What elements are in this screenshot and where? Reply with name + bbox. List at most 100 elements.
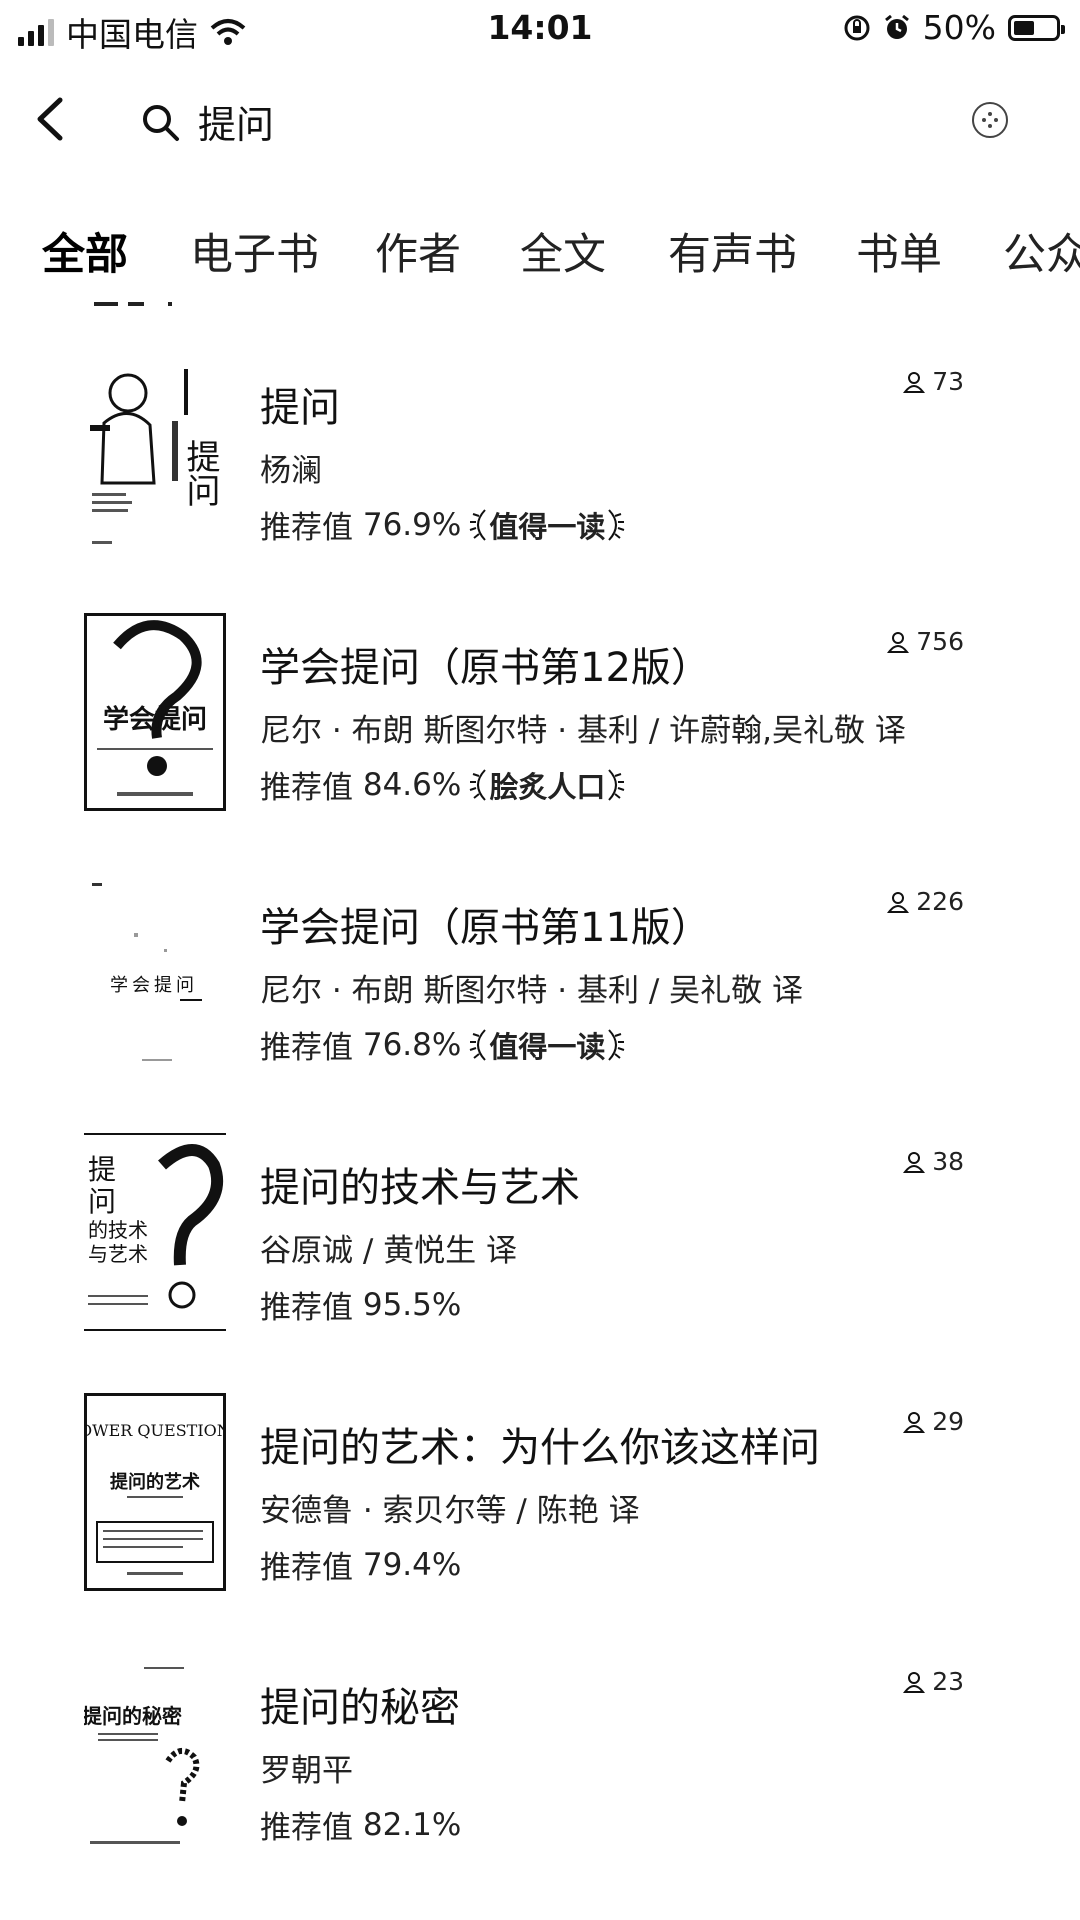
rating-value: 82.1% (362, 1806, 462, 1843)
book-author[interactable]: 杨澜 (260, 445, 322, 490)
person-icon (887, 891, 910, 913)
reader-count: 38 (902, 1147, 964, 1176)
book-title[interactable]: 提问的秘密 (260, 1675, 460, 1733)
book-author[interactable]: 谷原诚 / 黄悦生 译 (260, 1225, 517, 1270)
reader-count-value: 23 (932, 1667, 964, 1696)
badge-label: 值得一读 (489, 1029, 606, 1064)
book-cover[interactable]: 提问 (84, 353, 226, 551)
cover-title-line3: 的技术 (88, 1218, 148, 1242)
book-cover[interactable]: 提问的秘密 (84, 1653, 226, 1851)
book-cover[interactable]: POWER QUESTIONS 提问的艺术 (84, 1393, 226, 1591)
category-tabs: 全部 电子书 作者 全文 有声书 书单 公众 (0, 220, 1080, 290)
rating-label: 推荐值 (260, 1030, 353, 1066)
rating-value: 79.4% (362, 1546, 462, 1583)
search-input[interactable]: 提问 (198, 94, 274, 149)
laurel-left-icon (470, 768, 487, 801)
tab-ebook[interactable]: 电子书 (190, 220, 319, 282)
laurel-right-icon (608, 1028, 625, 1061)
tab-fulltext[interactable]: 全文 (520, 220, 606, 282)
cover-title-line4: 与艺术 (88, 1242, 148, 1266)
book-rating: 推荐值 82.1% (260, 1802, 461, 1847)
tab-audiobook[interactable]: 有声书 (668, 220, 797, 282)
book-result[interactable]: 提问 提问 杨澜 推荐值 76.9% 值得一读 73 (0, 345, 1080, 605)
battery-icon (1008, 14, 1065, 41)
reader-count: 226 (886, 887, 964, 916)
reader-count-value: 226 (916, 887, 964, 916)
rating-value: 84.6% (362, 766, 462, 803)
rating-label: 推荐值 (260, 1810, 353, 1846)
book-title[interactable]: 提问的技术与艺术 (260, 1155, 580, 1213)
laurel-left-icon (470, 508, 487, 541)
laurel-right-icon (608, 768, 625, 801)
person-icon (903, 371, 926, 393)
book-result[interactable]: POWER QUESTIONS 提问的艺术 提问的艺术：为什么你该这样问 安德鲁… (0, 1385, 1080, 1645)
reader-count: 756 (886, 627, 964, 656)
tab-author[interactable]: 作者 (375, 220, 461, 282)
back-button[interactable] (26, 94, 76, 144)
book-rating: 推荐值 76.8% 值得一读 (260, 1022, 625, 1067)
clear-icon[interactable] (970, 100, 1010, 140)
book-result[interactable]: 学会提问 学会提问（原书第11版） 尼尔 · 布朗 斯图尔特 · 基利 / 吴礼… (0, 865, 1080, 1125)
book-rating: 推荐值 79.4% (260, 1542, 461, 1587)
search-icon (143, 105, 179, 141)
alarm-icon (884, 14, 909, 39)
rating-label: 推荐值 (260, 510, 353, 546)
book-result[interactable]: 学会提问 学会提问（原书第12版） 尼尔 · 布朗 斯图尔特 · 基利 / 许蔚… (0, 605, 1080, 865)
badge-label: 脍炙人口 (489, 769, 606, 804)
book-author[interactable]: 安德鲁 · 索贝尔等 / 陈艳 译 (260, 1485, 640, 1530)
book-badge: 值得一读 (469, 1024, 625, 1066)
rating-value: 76.9% (362, 506, 462, 543)
book-cover[interactable]: 学会提问 (84, 613, 226, 811)
book-author[interactable]: 尼尔 · 布朗 斯图尔特 · 基利 / 吴礼敬 译 (260, 965, 803, 1010)
book-title[interactable]: 提问的艺术：为什么你该这样问 (260, 1415, 820, 1473)
book-rating: 推荐值 84.6% 脍炙人口 (260, 762, 625, 807)
person-icon (887, 631, 910, 653)
book-cover[interactable]: 提 问 的技术 与艺术 (84, 1133, 226, 1331)
reader-count: 29 (902, 1407, 964, 1436)
laurel-left-icon (470, 1028, 487, 1061)
cover-title: POWER QUESTIONS (87, 1421, 223, 1440)
book-badge: 值得一读 (469, 504, 625, 546)
reader-count-value: 38 (932, 1147, 964, 1176)
reader-count-value: 756 (916, 627, 964, 656)
tab-all[interactable]: 全部 (42, 220, 128, 282)
book-author[interactable]: 尼尔 · 布朗 斯图尔特 · 基利 / 许蔚翰,吴礼敬 译 (260, 705, 906, 750)
tab-booklist[interactable]: 书单 (856, 220, 942, 282)
reader-count-value: 73 (932, 367, 964, 396)
rating-label: 推荐值 (260, 1290, 353, 1326)
cover-title: 提问 (180, 439, 220, 507)
tab-official-account[interactable]: 公众 (1003, 220, 1080, 282)
cover-subtitle: 提问的艺术 (110, 1471, 200, 1493)
cover-title-line2: 问 (88, 1185, 116, 1218)
status-right: 50% (843, 8, 1065, 47)
book-title[interactable]: 提问 (260, 375, 340, 433)
rating-label: 推荐值 (260, 1550, 353, 1586)
badge-label: 值得一读 (489, 509, 606, 544)
person-icon (903, 1151, 926, 1173)
rating-value: 76.8% (362, 1026, 462, 1063)
rating-label: 推荐值 (260, 770, 353, 806)
book-badge: 脍炙人口 (469, 764, 625, 806)
search-header: 提问 (0, 80, 1080, 160)
person-icon (903, 1411, 926, 1433)
book-cover[interactable]: 学会提问 (84, 873, 226, 1071)
book-rating: 推荐值 76.9% 值得一读 (260, 502, 625, 547)
book-author[interactable]: 罗朝平 (260, 1745, 353, 1790)
cover-title: 提 (88, 1153, 116, 1186)
book-result[interactable]: 提 问 的技术 与艺术 提问的技术与艺术 谷原诚 / 黄悦生 译 推荐值 95.… (0, 1125, 1080, 1385)
book-rating: 推荐值 95.5% (260, 1282, 461, 1327)
person-icon (903, 1671, 926, 1693)
scrolled-remnant (94, 302, 194, 308)
book-result[interactable]: 提问的秘密 提问的秘密 罗朝平 推荐值 82.1% 23 (0, 1645, 1080, 1905)
laurel-right-icon (608, 508, 625, 541)
battery-percent: 50% (922, 8, 996, 47)
reader-count: 73 (902, 367, 964, 396)
cover-title: 学会提问 (110, 975, 198, 996)
reader-count-value: 29 (932, 1407, 964, 1436)
book-title[interactable]: 学会提问（原书第12版） (260, 635, 711, 693)
search-results: 提问 提问 杨澜 推荐值 76.9% 值得一读 73 学会提问 学会提问（原书第… (0, 345, 1080, 1905)
cover-title: 学会提问 (103, 704, 207, 735)
cover-title: 提问的秘密 (84, 1704, 182, 1728)
orientation-lock-icon (844, 15, 870, 40)
book-title[interactable]: 学会提问（原书第11版） (260, 895, 711, 953)
